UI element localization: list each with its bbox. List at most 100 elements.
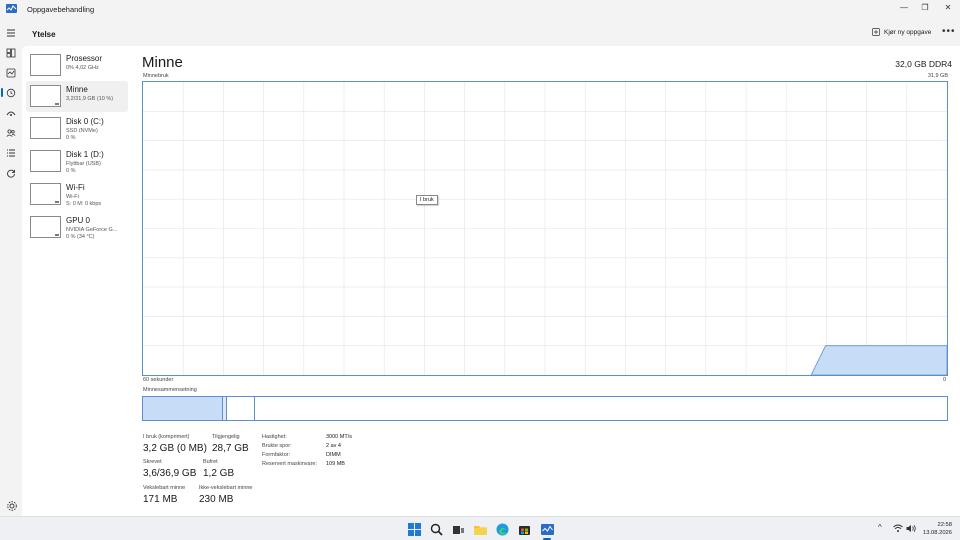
in-use-label: I bruk (komprimert)	[143, 434, 190, 440]
tray-chevron-icon[interactable]: ^	[878, 523, 882, 532]
menu-icon[interactable]	[5, 27, 17, 39]
memory-composition-bar[interactable]	[142, 396, 948, 421]
device-thumbnail	[30, 85, 61, 107]
memory-title: Minne	[142, 54, 183, 71]
device-item-processor[interactable]: Prosessor 0% 4,02 GHz	[26, 50, 128, 81]
composition-standby	[227, 397, 255, 420]
device-thumbnail	[30, 117, 61, 139]
title-bar: Oppgavebehandling — ❐ ✕	[0, 0, 960, 20]
task-manager-app-icon	[6, 4, 17, 13]
device-detail: S: 0 M: 0 kbps	[66, 201, 102, 207]
device-thumbnail	[30, 54, 61, 76]
device-detail: SSD (NVMe)	[66, 128, 98, 134]
form-factor-value: DIMM	[326, 452, 341, 458]
device-detail: 0 % (34 °C)	[66, 234, 95, 240]
device-thumbnail	[30, 216, 61, 238]
run-new-task-button[interactable]: Kjør ny oppgave	[872, 28, 931, 36]
clock-date: 13.08.2026	[922, 530, 952, 536]
processes-icon[interactable]	[5, 47, 17, 59]
device-name: Wi-Fi	[66, 183, 85, 192]
memory-spec: 32,0 GB DDR4	[895, 59, 952, 69]
device-detail: NVIDIA GeForce G...	[66, 227, 118, 233]
restore-button[interactable]: ❐	[913, 0, 937, 14]
run-new-task-label: Kjør ny oppgave	[884, 28, 932, 36]
run-task-icon	[872, 28, 880, 36]
memory-panel: Minne 32,0 GB DDR4 Minnebruk 31,9 GB I b…	[142, 46, 952, 516]
device-name: Prosessor	[66, 54, 103, 63]
slots-used-value: 2 av 4	[326, 443, 341, 449]
close-button[interactable]: ✕	[936, 0, 960, 14]
available-label: Tilgjengelig	[212, 434, 240, 440]
services-icon[interactable]	[5, 167, 17, 179]
nonpaged-pool-label: Ikke-vekslebart minne	[199, 485, 253, 491]
wifi-icon[interactable]	[893, 524, 903, 535]
details-icon[interactable]	[5, 147, 17, 159]
task-view-icon[interactable]	[451, 522, 465, 536]
task-manager-icon[interactable]	[540, 522, 554, 536]
device-item-memory[interactable]: Minne 3,2/31,9 GB (10 %)	[26, 81, 128, 112]
device-detail: 0 %	[66, 168, 76, 174]
hardware-reserved-value: 109 MB	[326, 461, 345, 467]
hardware-reserved-key: Reservert maskinvare:	[262, 461, 318, 467]
device-item-gpu0[interactable]: GPU 0 NVIDIA GeForce G... 0 % (34 °C)	[26, 212, 128, 243]
navigation-rail	[0, 20, 22, 516]
page-header: Ytelse Kjør ny oppgave •••	[22, 20, 960, 46]
paged-pool-label: Vekslebart minne	[143, 485, 186, 491]
memory-usage-chart	[143, 82, 947, 375]
device-detail: 0% 4,02 GHz	[66, 65, 99, 71]
speed-key: Hastighet:	[262, 434, 287, 440]
graph-max-label: 31,9 GB	[927, 73, 948, 79]
paged-pool-value: 171 MB	[143, 494, 178, 505]
memory-usage-area	[810, 345, 947, 375]
device-detail: 0 %	[66, 135, 76, 141]
device-name: GPU 0	[66, 216, 91, 225]
taskbar: ^ 22:58 13.08.2026	[0, 516, 960, 540]
device-detail: Wi-Fi	[66, 194, 79, 200]
device-item-disk0[interactable]: Disk 0 (C:) SSD (NVMe) 0 %	[26, 113, 128, 144]
search-icon[interactable]	[429, 522, 443, 536]
clock-time: 22:58	[937, 522, 952, 528]
in-use-value: 3,2 GB (0 MB)	[143, 443, 207, 454]
device-detail: 3,2/31,9 GB (10 %)	[66, 96, 114, 102]
store-icon[interactable]	[517, 522, 531, 536]
file-explorer-icon[interactable]	[473, 522, 487, 536]
graph-label: Minnebruk	[143, 73, 169, 79]
performance-icon[interactable]	[5, 67, 17, 79]
device-detail: Flyttbar (USB)	[66, 161, 101, 167]
device-name: Disk 1 (D:)	[66, 150, 104, 159]
system-clock[interactable]: 22:58 13.08.2026	[918, 521, 952, 537]
nav-active-indicator	[1, 88, 3, 97]
edge-icon[interactable]	[495, 522, 509, 536]
startup-icon[interactable]	[5, 107, 17, 119]
device-thumbnail	[30, 150, 61, 172]
speed-value: 3000 MT/s	[326, 434, 352, 440]
device-name: Disk 0 (C:)	[66, 117, 104, 126]
composition-in-use	[143, 397, 224, 420]
main-content: Prosessor 0% 4,02 GHz Minne 3,2/31,9 GB …	[22, 46, 960, 516]
window-title: Oppgavebehandling	[27, 5, 95, 14]
history-icon[interactable]	[5, 87, 17, 99]
memory-usage-graph[interactable]: I bruk	[142, 81, 948, 376]
device-name: Minne	[66, 85, 88, 94]
committed-value: 3,6/36,9 GB	[143, 468, 197, 479]
time-span-label: 60 sekunder	[143, 377, 174, 383]
slots-used-key: Brukte spor:	[262, 443, 292, 449]
committed-label: Skrevet	[143, 459, 162, 465]
windows-start-icon[interactable]	[407, 522, 421, 536]
graph-zero-label: 0	[942, 377, 946, 383]
cached-value: 1,2 GB	[203, 468, 235, 479]
graph-tooltip: I bruk	[416, 195, 438, 205]
composition-label: Minnesammensetning	[143, 387, 197, 393]
nonpaged-pool-value: 230 MB	[199, 494, 234, 505]
device-item-wifi[interactable]: Wi-Fi Wi-Fi S: 0 M: 0 kbps	[26, 179, 128, 210]
users-icon[interactable]	[5, 127, 17, 139]
available-value: 28,7 GB	[212, 443, 249, 454]
gear-icon[interactable]	[6, 499, 18, 511]
more-options-button[interactable]: •••	[942, 26, 956, 37]
cached-label: Bufret	[203, 459, 218, 465]
device-thumbnail	[30, 183, 61, 205]
volume-icon[interactable]	[906, 524, 916, 535]
device-item-disk1[interactable]: Disk 1 (D:) Flyttbar (USB) 0 %	[26, 146, 128, 177]
page-title: Ytelse	[32, 30, 56, 39]
memory-stats: I bruk (komprimert) 3,2 GB (0 MB) Tilgje…	[142, 434, 948, 514]
